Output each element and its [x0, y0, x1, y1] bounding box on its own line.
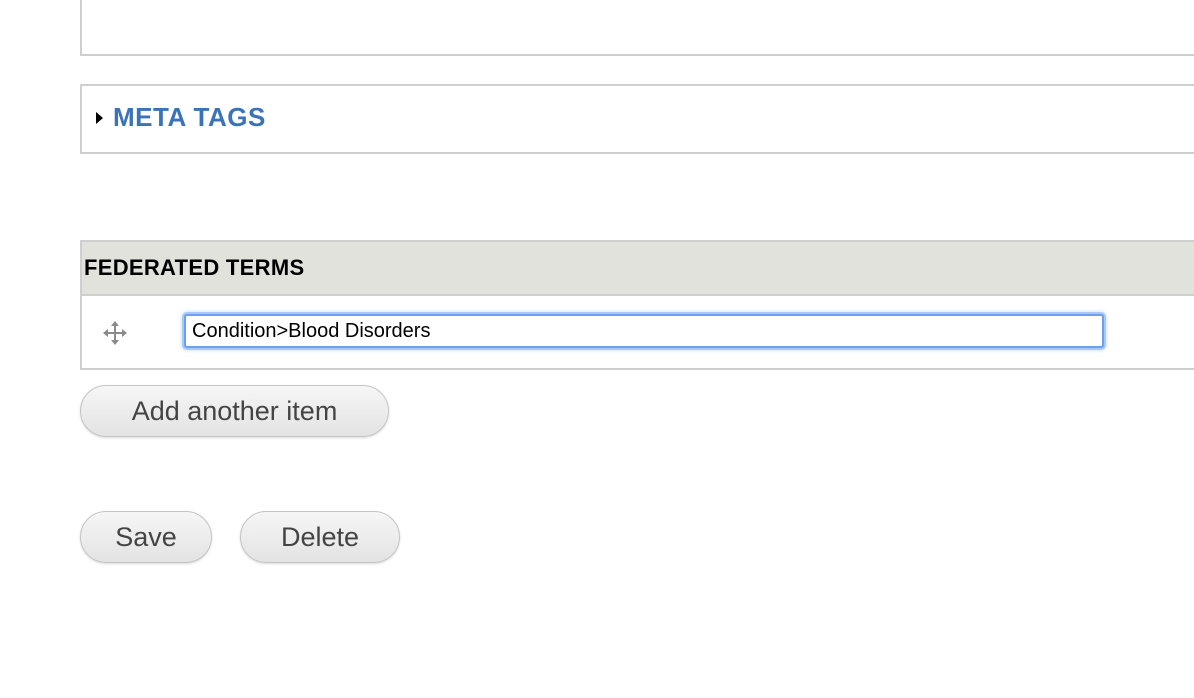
delete-button[interactable]: Delete: [240, 511, 400, 563]
meta-tags-toggle[interactable]: META TAGS: [96, 102, 266, 133]
federated-terms-header: FEDERATED TERMS: [80, 240, 1194, 296]
save-button[interactable]: Save: [80, 511, 212, 563]
federated-term-input[interactable]: [184, 314, 1104, 348]
meta-tags-fieldset: META TAGS: [80, 84, 1194, 154]
federated-terms-title: FEDERATED TERMS: [84, 255, 305, 280]
drag-handle-icon[interactable]: [102, 320, 128, 346]
meta-tags-title[interactable]: META TAGS: [113, 102, 266, 133]
previous-fieldset: [80, 0, 1194, 56]
table-row: [80, 296, 1194, 370]
page: META TAGS FEDERATED TERMS Condition>Bloo…: [0, 0, 1194, 698]
federated-terms-table: FEDERATED TERMS: [80, 240, 1194, 370]
add-another-item-button[interactable]: Add another item: [80, 385, 389, 437]
triangle-right-icon: [96, 111, 103, 124]
